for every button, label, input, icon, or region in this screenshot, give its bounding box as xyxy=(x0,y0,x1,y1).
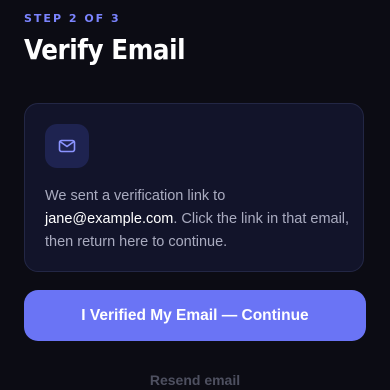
mail-icon xyxy=(45,124,89,168)
page-title: Verify Email xyxy=(24,33,186,66)
email-address: jane@example.com xyxy=(45,211,174,227)
verification-card: We sent a verification link to jane@exam… xyxy=(24,103,364,272)
step-indicator: STEP 2 OF 3 xyxy=(24,12,121,25)
verification-message: We sent a verification link to jane@exam… xyxy=(45,185,350,254)
resend-email-link[interactable]: Resend email xyxy=(0,372,390,388)
verify-email-screen: STEP 2 OF 3 Verify Email We sent a verif… xyxy=(0,0,390,390)
continue-button[interactable]: I Verified My Email — Continue xyxy=(24,290,366,341)
message-prefix: We sent a verification link to xyxy=(45,188,226,204)
